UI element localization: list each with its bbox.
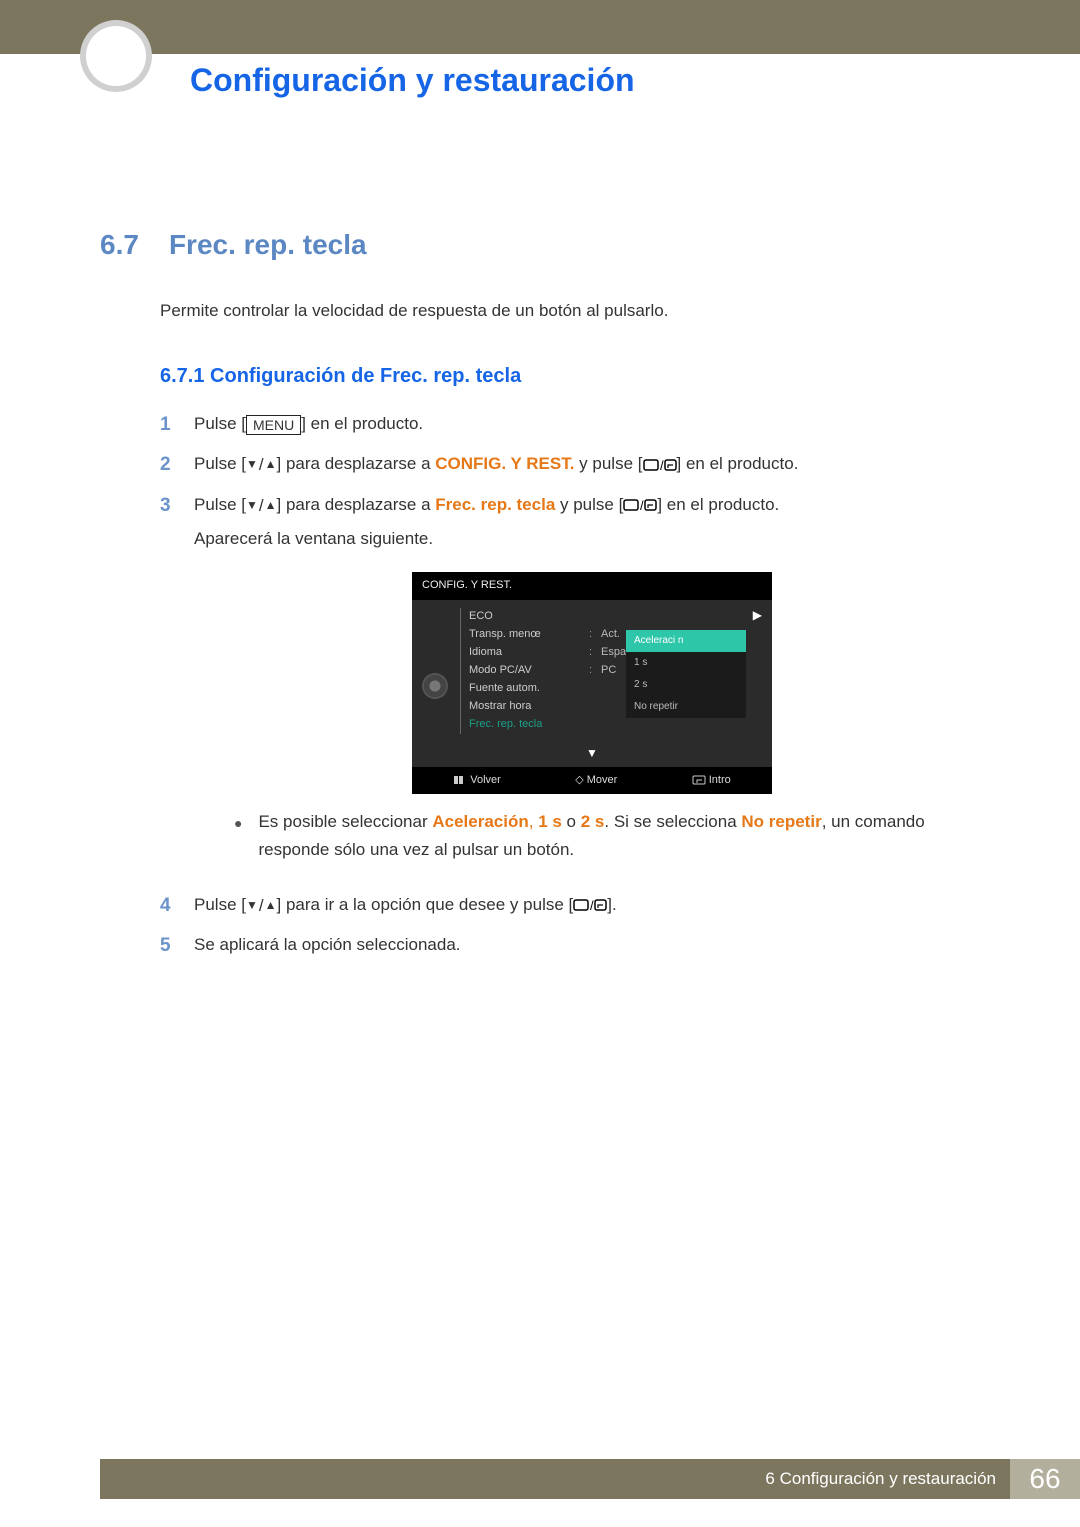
- step-4-text-a: Pulse [: [194, 895, 246, 914]
- menu-button-icon: MENU: [246, 415, 301, 435]
- step-4-mid: ] para ir a la opción que desee y pulse …: [277, 895, 574, 914]
- step-2-mid: ] para desplazarse a: [277, 454, 436, 473]
- step-5-text: Se aplicará la opción seleccionada.: [194, 935, 461, 954]
- down-up-icon: ▼/▲: [246, 892, 277, 919]
- bullet-opt2: 1 s: [538, 812, 562, 831]
- osd-popup-option: 2 s: [626, 674, 746, 696]
- osd-footer-back-label: Volver: [470, 774, 501, 786]
- step-1-text-a: Pulse [: [194, 414, 246, 433]
- bullet-c1: ,: [529, 812, 538, 831]
- bullet-c2: o: [562, 812, 581, 831]
- steps: 1 Pulse [MENU] en el producto. 2 Pulse […: [160, 410, 990, 962]
- bullet-opt1: Aceleración: [432, 812, 528, 831]
- step-2: 2 Pulse [▼/▲] para desplazarse a CONFIG.…: [160, 450, 990, 480]
- step-5-num: 5: [160, 931, 176, 961]
- step-5: 5 Se aplicará la opción seleccionada.: [160, 931, 990, 961]
- osd-popup-option: No repetir: [626, 696, 746, 718]
- bullet-opt4: No repetir: [741, 812, 821, 831]
- step-2-target: CONFIG. Y REST.: [435, 454, 574, 473]
- rect-enter-icon: /: [643, 457, 677, 473]
- osd-popup-option: Aceleraci n: [626, 630, 746, 652]
- bullet-a: Es posible seleccionar: [258, 812, 432, 831]
- osd-footer-enter-label: Intro: [709, 774, 731, 786]
- svg-text:/: /: [590, 898, 594, 913]
- step-4-num: 4: [160, 891, 176, 921]
- step-3-end: ] en el producto.: [657, 495, 779, 514]
- step-1-text-b: ] en el producto.: [301, 414, 423, 433]
- page-footer: 6 Configuración y restauración 66: [100, 1459, 1080, 1499]
- svg-text:/: /: [660, 458, 664, 473]
- osd-popup: Aceleraci n1 s2 sNo repetir: [626, 630, 746, 718]
- step-3-note: Aparecerá la ventana siguiente.: [194, 529, 433, 548]
- bullet-icon: ●: [234, 808, 242, 862]
- arrow-down-icon: ▼: [412, 744, 772, 767]
- header-bar: [0, 0, 1080, 54]
- svg-text:/: /: [640, 498, 644, 513]
- down-up-icon: ▼/▲: [246, 451, 277, 478]
- section-title: Frec. rep. tecla: [169, 229, 367, 261]
- bullet-note: ● Es posible seleccionar Aceleración, 1 …: [234, 808, 990, 862]
- step-3-after: y pulse [: [555, 495, 623, 514]
- arrow-right-icon: ▶: [753, 606, 762, 625]
- chapter-title: Configuración y restauración: [0, 54, 1080, 99]
- osd-popup-option: 1 s: [626, 652, 746, 674]
- step-1: 1 Pulse [MENU] en el producto.: [160, 410, 990, 440]
- rect-enter-icon: /: [573, 897, 607, 913]
- intro-text: Permite controlar la velocidad de respue…: [160, 301, 990, 321]
- rect-enter-icon: /: [623, 497, 657, 513]
- step-2-after: y pulse [: [574, 454, 642, 473]
- content: 6.7 Frec. rep. tecla Permite controlar l…: [0, 99, 1080, 962]
- page-number: 66: [1010, 1459, 1080, 1499]
- osd-footer-move-label: Mover: [587, 774, 618, 786]
- step-2-end: ] en el producto.: [677, 454, 799, 473]
- step-4: 4 Pulse [▼/▲] para ir a la opción que de…: [160, 891, 990, 921]
- section-number: 6.7: [100, 229, 139, 261]
- chapter-circle-fg: [86, 26, 146, 86]
- step-3: 3 Pulse [▼/▲] para desplazarse a Frec. r…: [160, 491, 990, 881]
- gear-icon: [420, 608, 450, 734]
- osd-title: CONFIG. Y REST.: [412, 572, 772, 600]
- step-2-text-a: Pulse [: [194, 454, 246, 473]
- step-1-num: 1: [160, 410, 176, 440]
- osd-menu-item: Frec. rep. tecla: [469, 716, 756, 734]
- footer-text: 6 Configuración y restauración: [100, 1459, 1010, 1499]
- bullet-c3: . Si se selecciona: [604, 812, 741, 831]
- osd-footer-enter: Intro: [692, 772, 731, 790]
- osd-screenshot: CONFIG. Y REST. ▶ ECOTransp. menœ:Act.Id…: [194, 572, 990, 794]
- osd-footer-back: Volver: [453, 772, 501, 790]
- subsection-heading: 6.7.1 Configuración de Frec. rep. tecla: [160, 365, 990, 388]
- step-3-num: 3: [160, 491, 176, 881]
- down-up-icon: ▼/▲: [246, 492, 277, 519]
- section-heading: 6.7 Frec. rep. tecla: [100, 229, 990, 261]
- step-3-mid: ] para desplazarse a: [277, 495, 436, 514]
- step-4-end: ].: [607, 895, 616, 914]
- osd-footer: Volver ◇ Mover Intro: [412, 767, 772, 795]
- osd-menu-item: ECO: [469, 608, 756, 626]
- step-3-target: Frec. rep. tecla: [435, 495, 555, 514]
- bullet-opt3: 2 s: [581, 812, 605, 831]
- step-3-text-a: Pulse [: [194, 495, 246, 514]
- osd-footer-move: ◇ Mover: [575, 772, 617, 790]
- step-2-num: 2: [160, 450, 176, 480]
